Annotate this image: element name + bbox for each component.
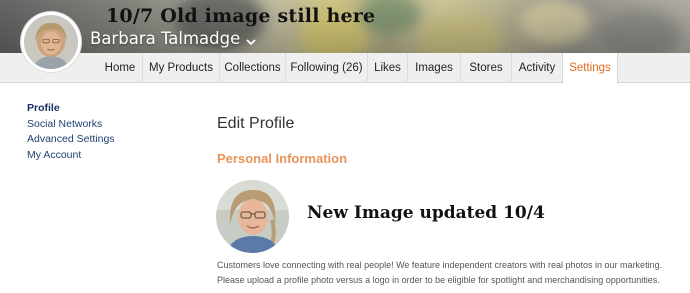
sidebar-item-advanced-settings[interactable]: Advanced Settings — [27, 132, 115, 148]
tab-images[interactable]: Images — [407, 53, 460, 83]
tab-stores[interactable]: Stores — [460, 53, 511, 83]
tab-my-products[interactable]: My Products — [142, 53, 219, 83]
image-annotation: New Image updated 10/4 — [307, 203, 545, 223]
sidebar-item-profile[interactable]: Profile — [27, 101, 115, 117]
profile-nav: Home My Products Collections Following (… — [0, 53, 690, 84]
help-line-1: Customers love connecting with real peop… — [217, 260, 663, 270]
tab-activity[interactable]: Activity — [511, 53, 562, 83]
profile-banner: 10/7 Old image still here Barbara Talmad… — [0, 0, 690, 53]
section-title: Personal Information — [217, 151, 348, 166]
sidebar-item-social-networks[interactable]: Social Networks — [27, 117, 115, 133]
help-line-2: Please upload a profile photo versus a l… — [217, 274, 660, 285]
settings-sidebar: Profile Social Networks Advanced Setting… — [27, 101, 115, 163]
tab-home[interactable]: Home — [98, 53, 142, 83]
banner-annotation: 10/7 Old image still here — [106, 5, 376, 27]
tab-likes[interactable]: Likes — [367, 53, 407, 83]
sidebar-item-my-account[interactable]: My Account — [27, 148, 115, 164]
user-name: Barbara Talmadge — [90, 29, 241, 48]
tab-following[interactable]: Following (26) — [285, 53, 367, 83]
tab-collections[interactable]: Collections — [219, 53, 285, 83]
page-title: Edit Profile — [217, 115, 295, 132]
chevron-down-icon — [245, 33, 257, 45]
tab-settings[interactable]: Settings — [562, 53, 618, 84]
profile-photo-help: Customers love connecting with real peop… — [217, 258, 687, 287]
profile-avatar-old[interactable] — [21, 12, 81, 72]
profile-photo[interactable] — [216, 180, 289, 253]
user-menu[interactable]: Barbara Talmadge — [90, 29, 257, 48]
